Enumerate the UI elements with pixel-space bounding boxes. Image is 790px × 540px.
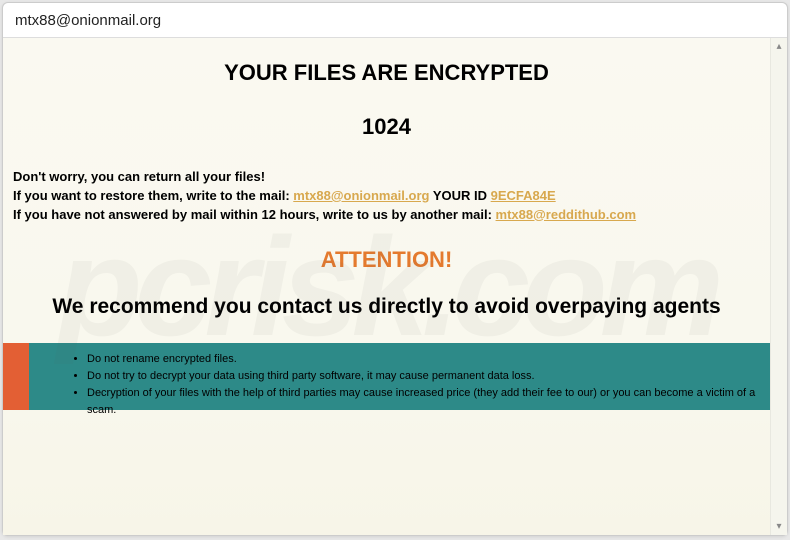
titlebar[interactable]: mtx88@onionmail.org (3, 3, 787, 38)
line-restore: If you want to restore them, write to th… (13, 187, 760, 206)
warning-accent-bar (3, 343, 29, 410)
ransom-note-content: YOUR FILES ARE ENCRYPTED 1024 Don't worr… (3, 38, 770, 535)
warning-item-decrypt: Do not try to decrypt your data using th… (87, 368, 760, 385)
heading-number: 1024 (3, 114, 770, 140)
window-title: mtx88@onionmail.org (15, 12, 161, 29)
line-restore-mid: YOUR ID (429, 188, 490, 203)
scroll-down-arrow-icon[interactable]: ▾ (771, 518, 788, 535)
line-alt-mail: If you have not answered by mail within … (13, 206, 760, 225)
vertical-scrollbar[interactable]: ▴ ▾ (770, 38, 787, 535)
line-alt-prefix: If you have not answered by mail within … (13, 207, 496, 222)
line-restore-prefix: If you want to restore them, write to th… (13, 188, 293, 203)
warning-body: Do not rename encrypted files. Do not tr… (29, 343, 770, 410)
heading-attention: ATTENTION! (3, 247, 770, 273)
warning-list: Do not rename encrypted files. Do not tr… (73, 351, 760, 419)
instructions-block: Don't worry, you can return all your fil… (3, 168, 770, 225)
content-wrapper: YOUR FILES ARE ENCRYPTED 1024 Don't worr… (3, 38, 787, 535)
warning-item-rename: Do not rename encrypted files. (87, 351, 760, 368)
warning-box: Do not rename encrypted files. Do not tr… (3, 343, 770, 410)
warning-item-thirdparty: Decryption of your files with the help o… (87, 385, 760, 419)
heading-files-encrypted: YOUR FILES ARE ENCRYPTED (3, 60, 770, 86)
your-id-value: 9ECFA84E (491, 188, 556, 203)
email-secondary: mtx88@reddithub.com (496, 207, 637, 222)
scroll-up-arrow-icon[interactable]: ▴ (771, 38, 788, 55)
email-primary: mtx88@onionmail.org (293, 188, 429, 203)
line-dont-worry: Don't worry, you can return all your fil… (13, 168, 760, 187)
app-window: mtx88@onionmail.org YOUR FILES ARE ENCRY… (2, 2, 788, 536)
heading-recommend: We recommend you contact us directly to … (3, 295, 770, 319)
